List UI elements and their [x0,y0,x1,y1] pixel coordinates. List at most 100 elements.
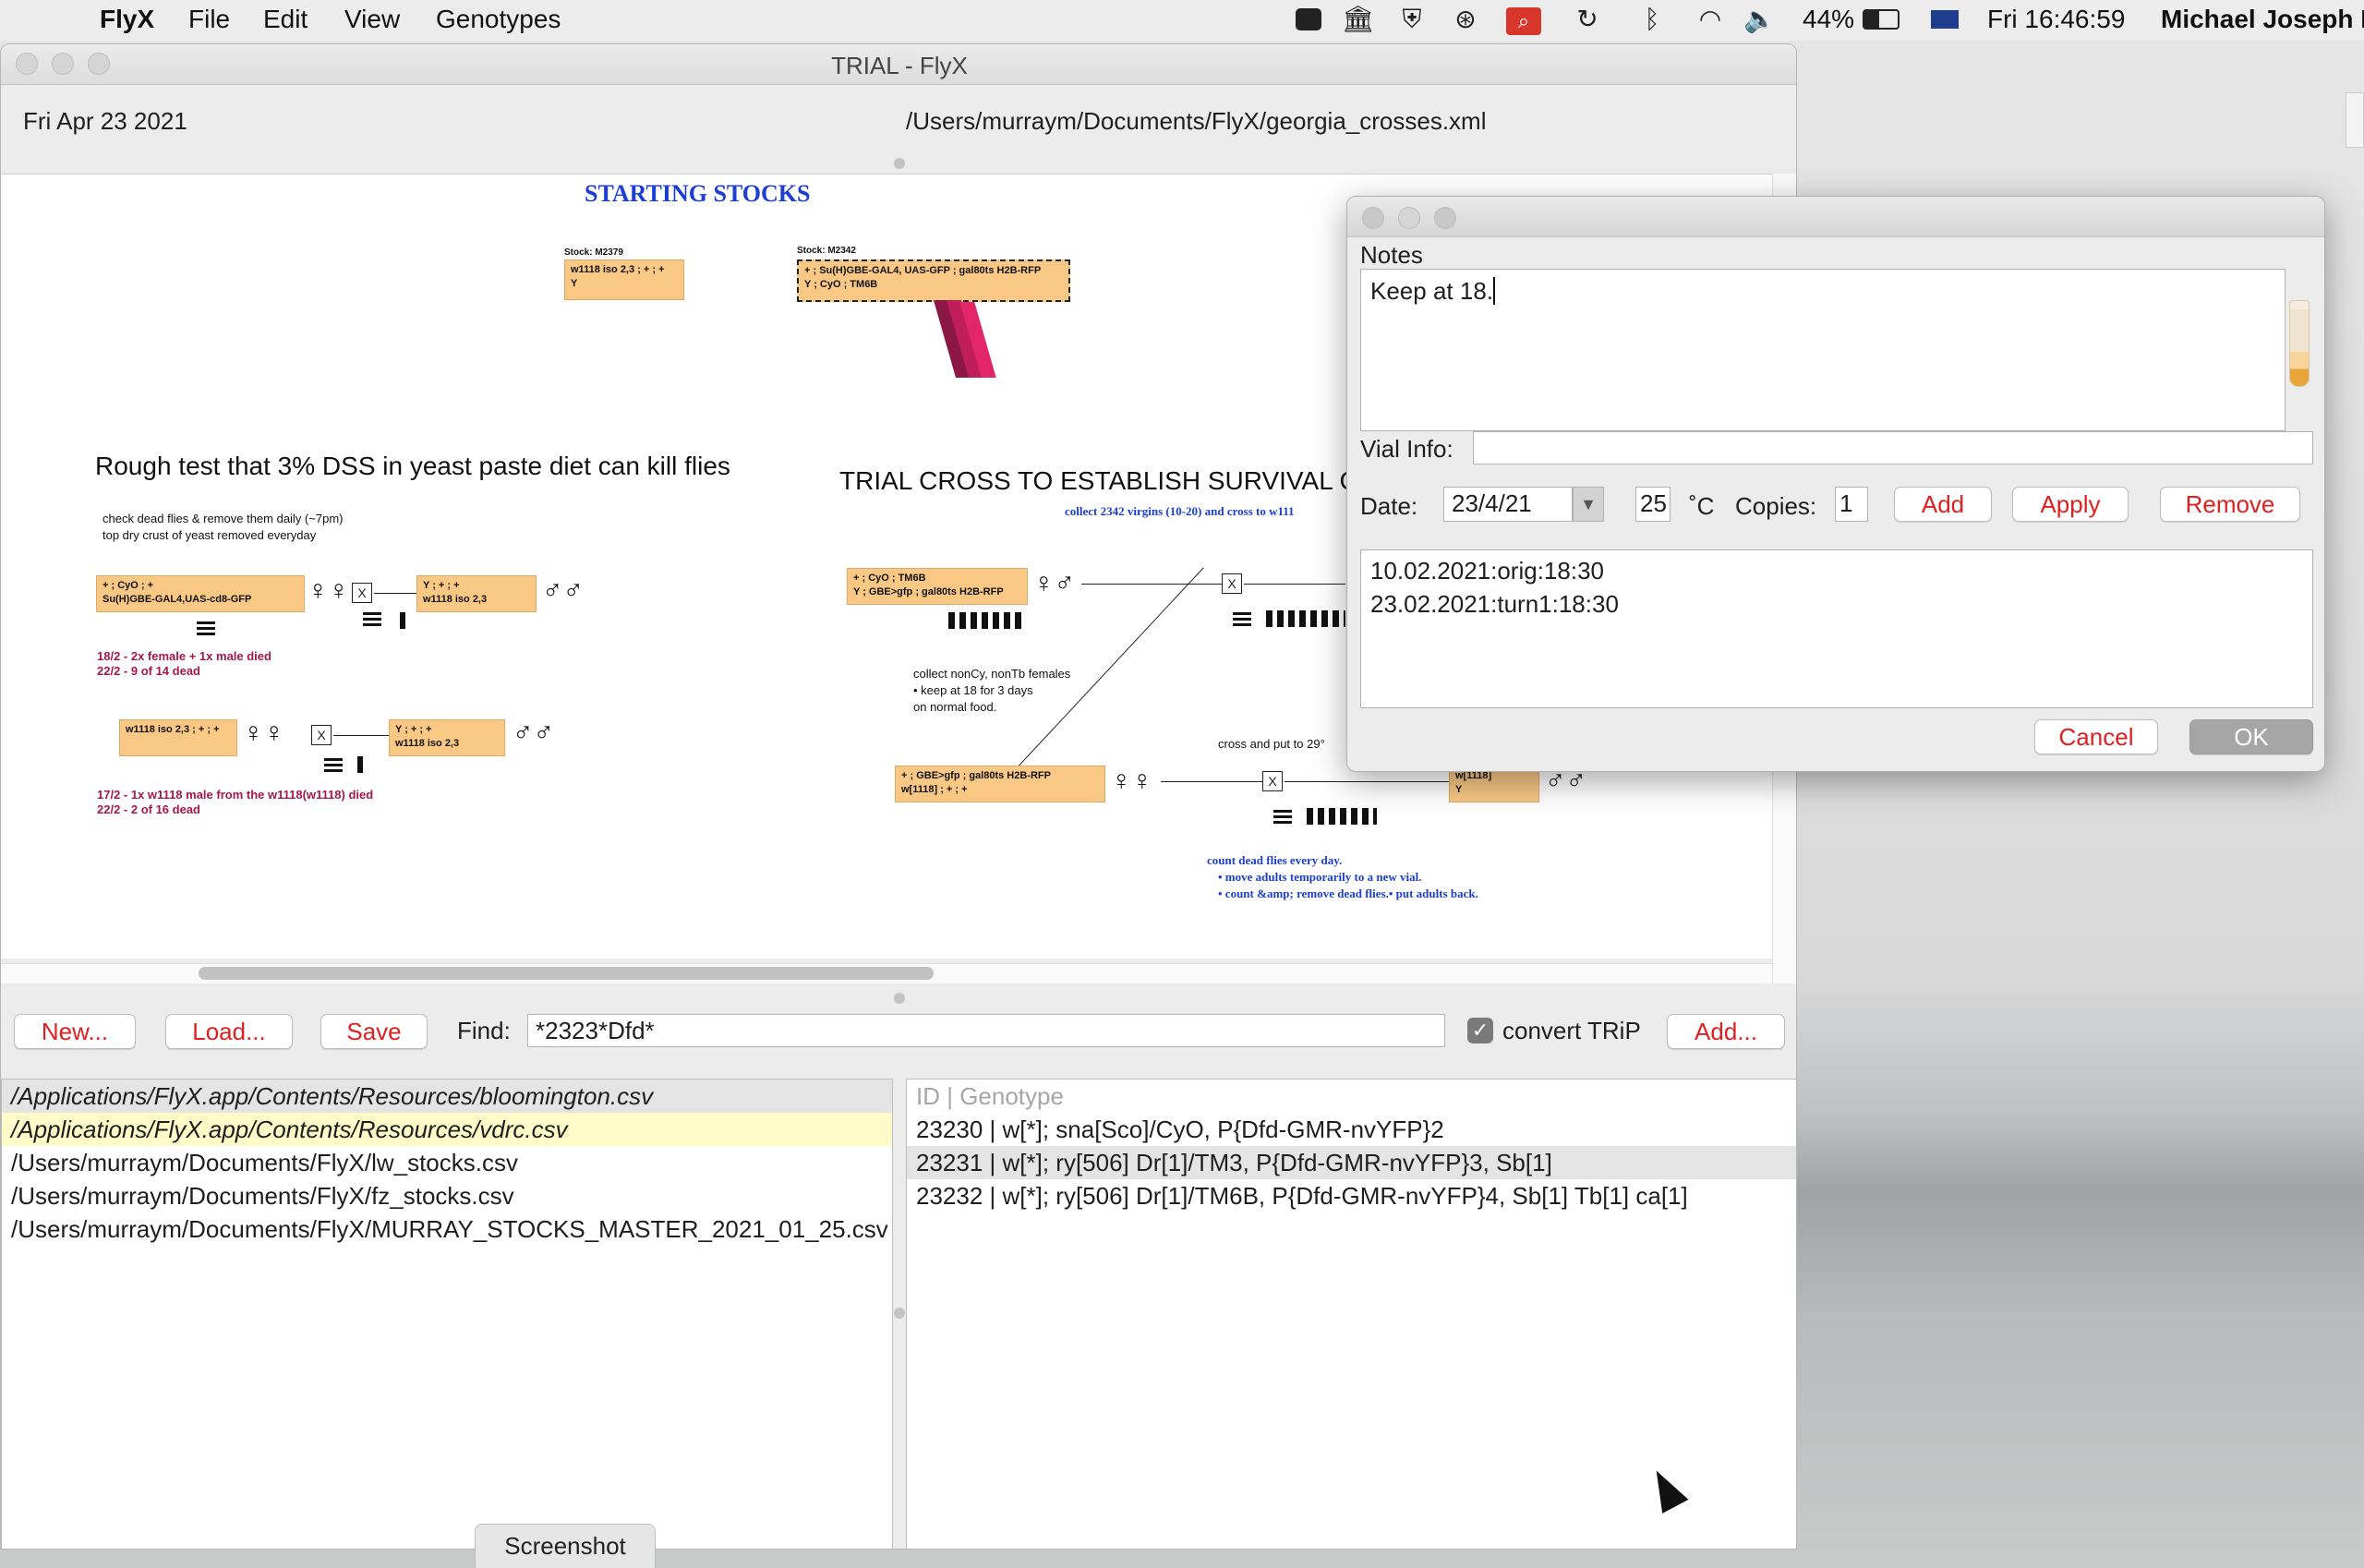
vial-icon [197,621,215,638]
list-item-file[interactable]: /Applications/FlyX.app/Contents/Resource… [2,1080,892,1113]
vial-stack-icon [933,300,996,380]
load-button[interactable]: Load... [165,1014,293,1049]
stock-card-m2379[interactable]: w1118 iso 2,3 ; + ; + Y [564,259,684,300]
video-icon[interactable] [1293,4,1324,35]
cross-line [1161,781,1262,782]
genotype-line: w[1118] ; + ; + [901,784,968,795]
screenshot-tab[interactable]: Screenshot [475,1524,656,1568]
vial-row [948,612,1024,629]
split-handle-vertical[interactable] [894,1308,905,1319]
list-item-history[interactable]: 10.02.2021:orig:18:30 [1370,554,1604,587]
search-app-icon[interactable]: ⌕ [1505,4,1542,35]
genotype-card-a[interactable]: + ; CyO ; + Su(H)GBE-GAL4,UAS-cd8-GFP [96,575,305,612]
shield-icon[interactable]: ⛨ [1396,4,1428,35]
rough-note-line1: check dead flies & remove them daily (~7… [103,512,344,525]
menu-edit[interactable]: Edit [263,5,308,34]
table-row[interactable]: 23230 | w[*]; sna[Sco]/CyO, P{Dfd-GMR-nv… [907,1113,1796,1146]
apply-note-button[interactable]: Apply [2012,487,2129,522]
new-button[interactable]: New... [14,1014,136,1049]
death-log-1a: 18/2 - 2x female + 1x male died [97,649,271,663]
genotype-card-b[interactable]: Y ; + ; + w1118 iso 2,3 [416,575,537,612]
genotype-line: w1118 iso 2,3 [423,594,488,605]
close-dialog-button[interactable] [1362,207,1384,229]
list-item-file[interactable]: /Users/murraym/Documents/FlyX/MURRAY_STO… [2,1212,892,1246]
canvas-scroll-thumb[interactable] [199,967,934,980]
genotype-line: w1118 iso 2,3 ; + ; + [126,724,220,735]
cancel-button[interactable]: Cancel [2034,719,2158,754]
genotype-card-c[interactable]: w1118 iso 2,3 ; + ; + [119,719,237,756]
genotype-card-d[interactable]: Y ; + ; + w1118 iso 2,3 [389,719,505,756]
genotype-line: Y ; + ; + [423,580,460,591]
list-item-file[interactable]: /Users/murraym/Documents/FlyX/fz_stocks.… [2,1179,892,1212]
time-machine-icon[interactable]: ↻ [1572,4,1603,35]
remove-note-button[interactable]: Remove [2160,487,2300,522]
list-item-file[interactable]: /Users/murraym/Documents/FlyX/lw_stocks.… [2,1146,892,1179]
menu-clock[interactable]: Fri 16:46:59 [1987,5,2125,34]
notes-textarea[interactable]: Keep at 18. [1360,269,2286,431]
desktop-icon-edge[interactable] [2346,92,2364,148]
stock-card-m2342[interactable]: + ; Su(H)GBE-GAL4, UAS-GFP ; gal80ts H2B… [797,259,1070,302]
copies-input[interactable]: 1 [1835,487,1868,522]
cross-mark[interactable]: X [1222,573,1242,594]
cross-mark[interactable]: X [311,725,332,745]
cross-29-note: cross and put to 29° [1218,737,1325,751]
battery-icon[interactable] [1860,4,1902,35]
genotype-card-e[interactable]: + ; CyO ; TM6B Y ; GBE>gfp ; gal80ts H2B… [847,568,1028,605]
genotype-card-f[interactable]: + ; GBE>gfp ; gal80ts H2B-RFP w[1118] ; … [895,766,1105,802]
menu-bar: FlyX File Edit View Genotypes 🏛 ⛨ ⊛ ⌕ ↻ … [0,0,2364,41]
text-cursor [1493,277,1495,305]
cross-line [333,735,389,736]
menu-view[interactable]: View [344,5,400,34]
vial-icon [1273,810,1292,826]
list-item-file[interactable]: /Applications/FlyX.app/Contents/Resource… [2,1113,892,1146]
death-log-2a: 17/2 - 1x w1118 male from the w1118(w111… [97,788,374,802]
accessibility-icon[interactable]: ⊛ [1450,4,1481,35]
add-note-button[interactable]: Add [1894,487,1992,522]
volume-icon[interactable]: 🔈 [1743,4,1776,35]
minimize-dialog-button[interactable] [1398,207,1420,229]
flag-icon[interactable] [1930,4,1960,35]
app-menu[interactable]: FlyX [100,5,154,34]
cross-line [1285,781,1449,782]
death-log-2b: 22/2 - 2 of 16 dead [97,802,200,816]
vial-info-input[interactable] [1473,431,2313,464]
list-item-history[interactable]: 23.02.2021:turn1:18:30 [1370,587,1619,621]
temperature-input[interactable]: 25 [1635,487,1670,522]
copies-label: Copies: [1735,492,1817,520]
wifi-icon[interactable]: ◠ [1692,4,1729,35]
find-input[interactable]: *2323*Dfd* [527,1014,1445,1047]
table-row[interactable]: 23232 | w[*]; ry[506] Dr[1]/TM6B, P{Dfd-… [907,1179,1796,1212]
cross-mark[interactable]: X [352,583,372,603]
ok-button[interactable]: OK [2189,719,2313,754]
cross-mark[interactable]: X [1262,771,1283,791]
menu-genotypes[interactable]: Genotypes [436,5,561,34]
save-button[interactable]: Save [320,1014,428,1049]
cross-line [374,593,416,594]
genotype-line: + ; CyO ; + [103,580,154,591]
noncy-note-1: collect nonCy, nonTb females [913,667,1071,681]
stock-file-list[interactable]: /Applications/FlyX.app/Contents/Resource… [1,1079,893,1549]
noncy-note-3: on normal food. [913,700,997,714]
bank-icon[interactable]: 🏛 [1342,4,1375,35]
history-list[interactable]: 10.02.2021:orig:18:30 23.02.2021:turn1:1… [1360,549,2313,708]
split-handle-top[interactable] [894,158,905,169]
zoom-dialog-button[interactable] [1434,207,1456,229]
table-row[interactable]: 23231 | w[*]; ry[506] Dr[1]/TM3, P{Dfd-G… [907,1146,1796,1179]
genotype-line: Y ; GBE>gfp ; gal80ts H2B-RFP [853,586,1004,597]
convert-trip-checkbox[interactable]: ✓ [1467,1018,1493,1043]
bluetooth-icon[interactable]: ᛒ [1636,4,1668,35]
genotype-line: + ; GBE>gfp ; gal80ts H2B-RFP [901,770,1051,781]
split-handle-middle[interactable] [894,993,905,1004]
menu-file[interactable]: File [188,5,230,34]
add-stocks-button[interactable]: Add... [1667,1014,1785,1049]
vial-icon [363,612,381,629]
date-input[interactable]: 23/4/21 [1443,487,1573,522]
user-name[interactable]: Michael Joseph M [2161,5,2364,34]
convert-trip-label[interactable]: convert TRiP [1502,1017,1641,1045]
genotype-line: Y ; + ; + [395,724,432,735]
vial-row [1266,610,1345,627]
vial-icon [400,612,405,629]
date-dropdown-button[interactable]: ▼ [1573,487,1604,522]
window-title: TRIAL - FlyX [831,52,968,79]
noncy-note-2: • keep at 18 for 3 days [913,683,1033,697]
